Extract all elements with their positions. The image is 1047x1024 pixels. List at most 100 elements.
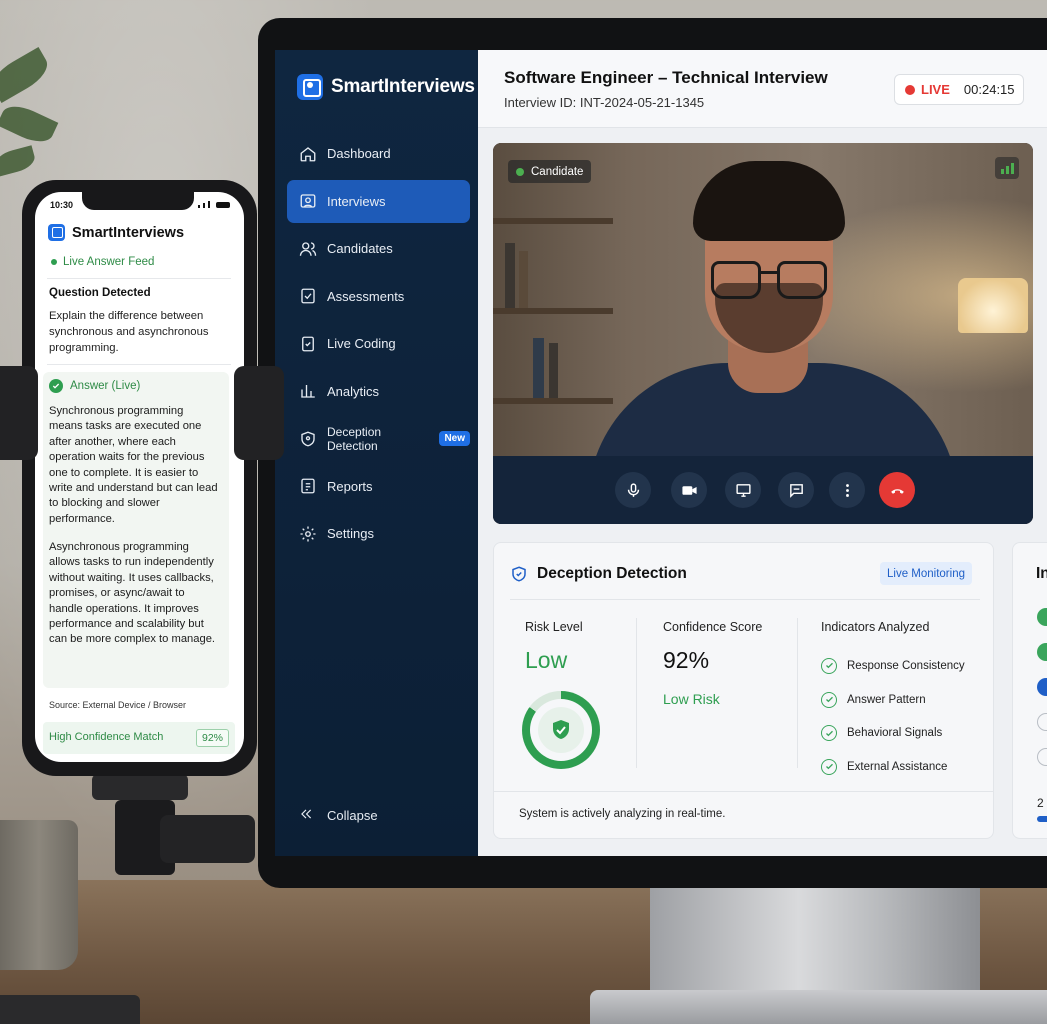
microphone-button[interactable] [615,472,651,508]
sidebar: SmartInterviews Dashboard Interviews Can… [275,50,478,856]
brand[interactable]: SmartInterviews [297,74,475,100]
secondary-panel-title: In [1036,565,1047,582]
bookshelf [493,308,613,314]
sidebar-item-settings[interactable]: Settings [287,512,470,555]
chat-button[interactable] [778,472,814,508]
phone-notch [82,192,194,210]
brand-logo-icon [48,224,65,241]
risk-gauge-inner [530,699,592,761]
indicator-label: Behavioral Signals [847,727,943,740]
match-banner: High Confidence Match 92% [43,722,235,754]
secondary-panel: In 2 [1012,542,1047,839]
match-label: High Confidence Match [49,731,164,743]
sidebar-item-dashboard[interactable]: Dashboard [287,132,470,175]
page-header: Software Engineer – Technical Interview … [478,50,1047,128]
screen-share-icon [735,483,751,497]
screen-share-button[interactable] [725,472,761,508]
sidebar-item-label: Candidates [327,241,393,256]
bookshelf [493,218,613,224]
interview-id: Interview ID: INT-2024-05-21-1345 [504,95,705,110]
question-text: Explain the difference between synchrono… [49,310,209,354]
candidate-tag-label: Candidate [531,165,584,178]
check-circle-icon [821,725,837,742]
live-answer-feed-label: Live Answer Feed [51,256,154,268]
users-icon [299,240,317,258]
more-icon [845,483,849,497]
sidebar-item-reports[interactable]: Reports [287,465,470,508]
confidence-score-value: 92% [663,647,710,673]
glasses [711,261,761,299]
status-dot-icon [1037,748,1047,766]
live-monitoring-badge: Live Monitoring [880,562,972,585]
bar-chart-icon [299,382,317,400]
book [549,343,558,398]
answer-paragraph: Asynchronous programming allows tasks to… [49,541,216,646]
status-dot-icon [1037,713,1047,731]
call-controls [493,456,1033,524]
collapse-label: Collapse [327,808,378,823]
sidebar-item-candidates[interactable]: Candidates [287,227,470,270]
divider [47,364,231,365]
gear-icon [299,525,317,543]
plant-pot [0,820,78,970]
indicator-item: Answer Pattern [821,683,965,717]
sidebar-item-label: Reports [327,478,373,494]
sidebar-item-label: Interviews [327,193,386,209]
answer-paragraph: Synchronous programming means tasks are … [49,405,218,525]
status-dot-icon [1037,643,1047,661]
end-call-button[interactable] [879,472,915,508]
indicator-item: External Assistance [821,750,965,784]
video-feed: Candidate [493,143,1033,524]
online-dot-icon [516,167,524,176]
sidebar-item-analytics[interactable]: Analytics [287,370,470,413]
sidebar-item-interviews[interactable]: Interviews [287,179,470,223]
sidebar-item-label: Settings [327,526,374,541]
elapsed-timer: 00:24:15 [963,82,1015,97]
sidebar-item-deception-detection[interactable]: Deception Detection New [287,417,470,460]
risk-gauge [522,691,600,769]
sidebar-item-assessments[interactable]: Assessments [287,275,470,318]
collapse-button[interactable]: Collapse [299,807,378,824]
chat-icon [789,483,803,498]
indicator-label: Answer Pattern [847,693,926,706]
camera-icon [681,485,697,495]
home-icon [299,145,317,163]
shield-icon [299,430,317,448]
end-call-icon [890,488,904,494]
sidebar-item-label: Assessments [327,288,405,304]
more-button[interactable] [829,472,865,508]
microphone-icon [627,482,639,497]
live-dot-icon [905,84,915,95]
report-icon [299,477,317,495]
phone-screen: 10:30 SmartInterviews Live Answer Feed Q… [35,192,244,762]
indicator-label: Response Consistency [847,659,965,672]
phone-mount [92,774,188,800]
match-badge: 92% [195,729,229,747]
monitor-stand [650,886,980,996]
indicator-item: Behavioral Signals [821,716,965,750]
shield-check-icon [553,720,569,739]
answer-card: Answer (Live) Synchronous programming me… [43,372,229,688]
sidebar-item-live-coding[interactable]: Live Coding [287,322,470,365]
live-label: LIVE [921,82,950,97]
code-check-icon [299,335,317,353]
lamp [958,278,1028,333]
signal-strength-icon [995,157,1019,179]
sidebar-item-label: Dashboard [327,146,391,161]
question-title: Question Detected [49,287,151,299]
answer-title: Answer (Live) [70,380,141,392]
phone-clamp [0,366,38,460]
glasses-bridge [759,271,779,274]
monitor-stand-base [590,990,1047,1024]
panel-footer-status: System is actively analyzing in real-tim… [519,808,726,820]
video-camera-icon [299,192,317,210]
glasses [777,261,827,299]
deception-detection-panel: Deception Detection Live Monitoring Risk… [493,542,994,839]
camera-button[interactable] [671,472,707,508]
panel-title: Deception Detection [537,565,687,582]
phone-clamp [234,366,284,460]
check-circle-icon [821,691,837,708]
divider [510,599,980,600]
book [533,338,544,398]
phone-status-icons [198,201,230,208]
